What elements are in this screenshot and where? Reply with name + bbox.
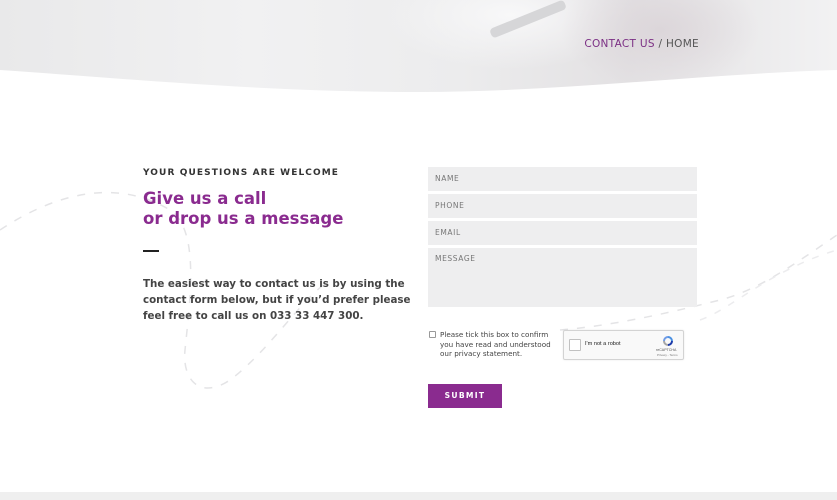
recaptcha-label: I'm not a robot: [585, 341, 621, 347]
decorative-dashed-curves: [0, 191, 837, 389]
hero-banner: CONTACT US / HOME: [0, 0, 837, 95]
breadcrumb-current[interactable]: HOME: [666, 38, 699, 50]
headline-line-1: Give us a call: [143, 189, 267, 208]
hero-wave-divider: [0, 70, 837, 95]
recaptcha-checkbox[interactable]: [569, 339, 581, 351]
email-field[interactable]: EMAIL: [428, 221, 697, 245]
footer-strip: [0, 492, 837, 500]
breadcrumb-link-contact[interactable]: CONTACT US: [584, 38, 654, 50]
breadcrumb-separator: /: [654, 38, 666, 50]
privacy-consent-label: Please tick this box to confirm you have…: [440, 330, 551, 359]
breadcrumb: CONTACT US / HOME: [584, 38, 699, 50]
recaptcha-logo-icon: [663, 336, 673, 346]
intro-paragraph: The easiest way to contact us is by usin…: [143, 278, 411, 322]
recaptcha-widget: I'm not a robot reCAPTCHA Privacy - Term…: [563, 330, 684, 360]
headline-line-2: or drop us a message: [143, 209, 344, 228]
phone-field[interactable]: PHONE: [428, 194, 697, 218]
submit-button[interactable]: SUBMIT: [428, 384, 502, 408]
section-headline: Give us a call or drop us a message: [143, 189, 413, 229]
recaptcha-brand: reCAPTCHA: [656, 348, 677, 352]
message-textarea[interactable]: MESSAGE: [428, 248, 697, 307]
headline-divider: [143, 250, 159, 252]
recaptcha-terms-link[interactable]: Privacy - Terms: [657, 353, 678, 357]
name-field[interactable]: NAME: [428, 167, 697, 191]
section-kicker: YOUR QUESTIONS ARE WELCOME: [143, 168, 340, 178]
privacy-consent-checkbox[interactable]: [429, 331, 436, 338]
